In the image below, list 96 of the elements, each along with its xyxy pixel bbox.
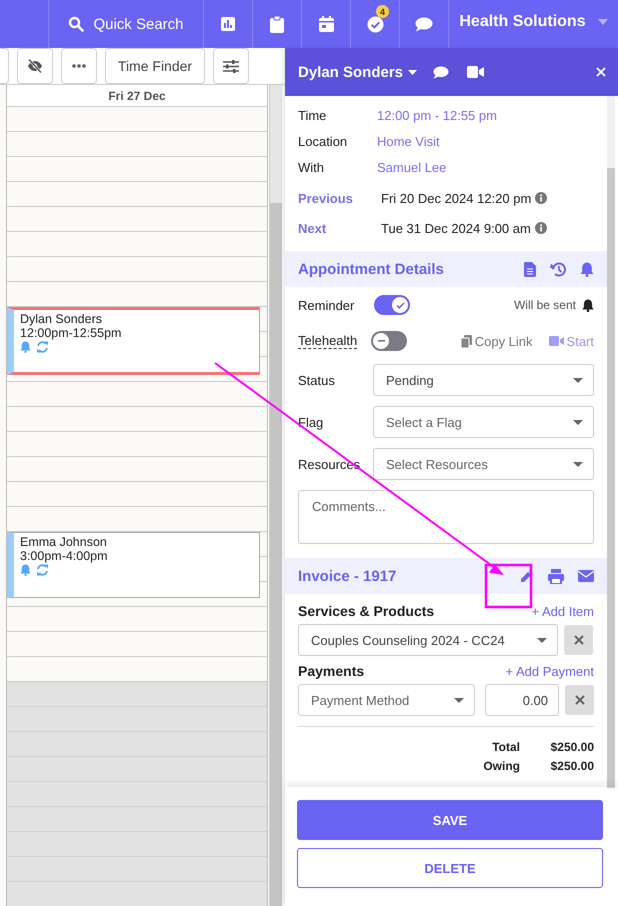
caret-icon [573,378,583,382]
total-label: Owing [483,758,520,772]
detail-label: Time [298,108,328,122]
total-value: $250.00 [550,740,594,754]
history-date: Tue 31 Dec 2024 9:00 am [381,220,531,236]
history-label[interactable]: Previous [298,190,377,206]
history-label[interactable]: Next [298,220,377,236]
comments-field[interactable]: Comments... [298,490,594,544]
client-name-dropdown[interactable]: Dylan Sonders [298,64,418,80]
printer-icon[interactable] [548,568,564,584]
bell-icon [582,298,594,312]
notification-badge: 4 [376,5,389,18]
payment-method-select[interactable]: Payment Method [298,684,475,716]
appointment-name: Dylan Sonders [20,312,102,326]
services-label: Services & Products [298,603,434,619]
more-button[interactable] [61,48,97,84]
appointment-time: 12:00pm-12:55pm [20,326,122,340]
history-date: Fri 20 Dec 2024 12:20 pm [381,190,532,206]
scrollbar[interactable] [269,85,282,906]
close-icon [574,635,584,645]
telehealth-toggle[interactable] [371,331,408,351]
start-video-button[interactable]: Start [548,334,594,348]
caret-icon [454,698,464,702]
delete-button[interactable]: DELETE [297,848,603,888]
info-icon[interactable] [535,192,548,204]
repeat-icon [36,564,49,576]
copy-icon [460,334,472,348]
copy-link-button[interactable]: Copy Link [460,334,533,348]
document-icon[interactable] [524,262,536,276]
appointment-name: Emma Johnson [20,535,107,549]
add-item-link[interactable]: + Add Item [531,604,594,618]
video-camera-icon [548,336,564,346]
clipboard-icon [270,16,284,32]
chat-button[interactable] [431,64,452,80]
hide-button[interactable] [17,48,53,84]
total-label: Total [492,740,520,754]
history-icon[interactable] [550,262,566,276]
caret-icon [573,462,583,466]
detail-value[interactable]: 12:00 pm - 12:55 pm [377,108,497,122]
more-dots-icon [72,64,86,68]
sliders-icon [223,60,239,72]
bell-icon [20,564,31,576]
filter-button[interactable] [213,48,249,84]
bell-icon[interactable] [580,262,594,276]
caret-icon [598,19,608,25]
bell-icon [20,341,31,353]
video-button[interactable] [465,64,486,80]
detail-value[interactable]: Home Visit [377,134,440,148]
add-payment-link[interactable]: + Add Payment [505,664,594,678]
highlight-box [484,564,532,608]
chat-bubble-icon [415,16,433,32]
reminder-note: Will be sent [514,298,576,312]
detail-label: With [298,160,325,174]
amount-field[interactable]: 0.00 [485,684,559,716]
bar-chart-icon [220,16,236,32]
envelope-icon[interactable] [578,570,594,582]
section-title: Appointment Details [298,260,444,278]
save-button[interactable]: SAVE [297,800,603,840]
remove-button[interactable] [565,685,594,715]
scrollbar[interactable] [607,96,615,787]
eye-slash-icon [27,59,43,73]
time-finder-button[interactable]: Time Finder [105,48,205,84]
info-icon[interactable] [534,222,547,234]
appointment-time: 3:00pm-4:00pm [20,549,108,563]
check-icon [396,302,404,308]
reminder-label: Reminder [298,298,356,312]
payments-label: Payments [298,663,364,679]
search-icon [68,16,84,32]
pencil-icon[interactable] [519,568,534,584]
field-label: Flag [298,414,324,430]
close-button[interactable] [594,65,608,79]
detail-value[interactable]: Samuel Lee [377,160,446,174]
service-select[interactable]: Couples Counseling 2024 - CC24 [298,624,558,656]
caret-icon [573,420,583,424]
telehealth-label[interactable]: Telehealth [298,333,358,349]
remove-button[interactable] [564,625,593,655]
minus-icon [378,340,385,342]
total-value: $250.00 [550,758,594,772]
reminder-toggle[interactable] [374,295,410,315]
close-icon [574,695,584,705]
repeat-icon [36,341,49,353]
caret-icon [408,70,418,74]
caret-icon [537,638,547,642]
chat-bubble-icon [433,66,450,78]
field-label: Status [298,372,336,388]
video-camera-icon [467,66,484,78]
appointment-card[interactable]: Dylan Sonders 12:00pm-12:55pm [7,307,260,375]
detail-label: Location [298,134,348,148]
check-circle-icon [366,16,384,32]
invoice-title: Invoice - 1917 [298,568,396,584]
appointment-card[interactable]: Emma Johnson 3:00pm-4:00pm [7,532,260,598]
select-field[interactable]: Select Resources [373,448,594,480]
select-field[interactable]: Select a Flag [373,406,594,438]
calendar-icon [318,16,334,32]
close-icon [596,67,606,77]
select-field[interactable]: Pending [373,364,594,396]
